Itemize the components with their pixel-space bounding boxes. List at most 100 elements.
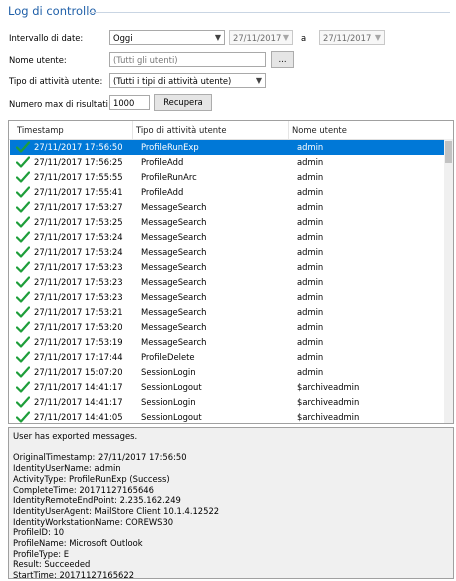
detail-line: User has exported messages.	[13, 431, 138, 441]
cell-timestamp: 27/11/2017 17:55:41	[34, 187, 123, 197]
scrollbar-thumb[interactable]	[445, 141, 452, 163]
cell-activity-type: MessageSearch	[141, 337, 207, 347]
check-icon	[16, 156, 30, 168]
detail-line: IdentityUserName: admin	[13, 463, 121, 474]
cell-activity-type: SessionLogout	[141, 382, 202, 392]
table-row[interactable]: 27/11/2017 17:53:21 MessageSearch admin	[10, 305, 444, 320]
detail-line: IdentityRemoteEndPoint: 2.235.162.249	[13, 495, 181, 506]
chevron-down-icon: ▼	[374, 33, 381, 42]
cell-activity-type: SessionLogin	[141, 367, 196, 377]
cell-timestamp: 27/11/2017 17:53:23	[34, 292, 123, 302]
check-icon	[16, 201, 30, 213]
cell-user-name: admin	[297, 337, 324, 347]
check-icon	[16, 171, 30, 183]
table-row[interactable]: 27/11/2017 15:07:20 SessionLogin admin	[10, 365, 444, 380]
table-row[interactable]: 27/11/2017 14:41:17 SessionLogout $archive…	[10, 380, 444, 395]
chevron-down-icon: ▼	[214, 33, 221, 42]
cell-user-name: admin	[297, 232, 324, 242]
cell-timestamp: 27/11/2017 17:55:55	[34, 172, 123, 182]
cell-user-name: admin	[297, 247, 324, 257]
check-icon	[16, 306, 30, 318]
event-details-panel: User has exported messages. OriginalTimes…	[8, 427, 454, 581]
cell-activity-type: MessageSearch	[141, 247, 207, 257]
table-row[interactable]: 27/11/2017 17:53:19 MessageSearch admin	[10, 335, 444, 350]
table-row[interactable]: 27/11/2017 17:55:41 ProfileAdd admin	[10, 185, 444, 200]
table-row[interactable]: 27/11/2017 17:53:25 MessageSearch admin	[10, 215, 444, 230]
activity-type-label: Tipo di attività utente:	[9, 76, 103, 86]
check-icon	[16, 396, 30, 408]
detail-line: ProfileID: 10	[13, 527, 65, 538]
check-icon	[16, 246, 30, 258]
cell-activity-type: ProfileAdd	[141, 157, 184, 167]
cell-timestamp: 27/11/2017 17:53:20	[34, 322, 123, 332]
cell-user-name: admin	[297, 187, 324, 197]
cell-activity-type: SessionLogin	[141, 397, 196, 407]
table-row[interactable]: 27/11/2017 17:53:20 MessageSearch admin	[10, 320, 444, 335]
check-icon	[16, 261, 30, 273]
cell-timestamp: 27/11/2017 14:41:05	[34, 412, 123, 422]
column-header-activity-type[interactable]: Tipo di attività utente	[136, 125, 226, 135]
check-icon	[16, 366, 30, 378]
check-icon	[16, 231, 30, 243]
cell-activity-type: ProfileDelete	[141, 352, 195, 362]
cell-timestamp: 27/11/2017 17:53:24	[34, 247, 123, 257]
check-icon	[16, 141, 30, 153]
detail-line: IdentityWorkstationName: COREWS30	[13, 516, 174, 527]
table-row[interactable]: 27/11/2017 17:53:23 MessageSearch admin	[10, 275, 444, 290]
date-range-label: Intervallo di date:	[9, 33, 84, 43]
detail-line: StartTime: 20171127165622	[13, 570, 135, 581]
date-range-value: Oggi	[113, 33, 133, 43]
cell-user-name: admin	[297, 157, 324, 167]
date-to-picker[interactable]: 27/11/2017 ▼	[319, 30, 385, 45]
title-divider	[88, 12, 450, 13]
activity-type-select[interactable]: (Tutti i tipi di attività utente) ▼	[109, 73, 266, 88]
column-header-user-name[interactable]: Nome utente	[292, 125, 347, 135]
check-icon	[16, 381, 30, 393]
fetch-button[interactable]: Recupera	[154, 94, 212, 111]
cell-user-name: admin	[297, 352, 324, 362]
browse-users-button[interactable]: ...	[271, 51, 294, 68]
table-row[interactable]: 27/11/2017 14:41:17 SessionLogin $archivea…	[10, 395, 444, 410]
date-from-picker[interactable]: 27/11/2017 ▼	[229, 30, 293, 45]
table-row[interactable]: 27/11/2017 17:53:27 MessageSearch admin	[10, 200, 444, 215]
column-header-timestamp[interactable]: Timestamp	[17, 125, 64, 135]
cell-activity-type: ProfileAdd	[141, 187, 184, 197]
cell-user-name: admin	[297, 277, 324, 287]
table-row[interactable]: 27/11/2017 17:56:50 ProfileRunExp admin	[10, 140, 444, 155]
cell-timestamp: 27/11/2017 14:41:17	[34, 397, 123, 407]
detail-line: CompleteTime: 20171127165646	[13, 484, 154, 495]
user-name-field[interactable]: (Tutti gli utenti)	[109, 52, 266, 67]
max-results-value: 1000	[113, 98, 135, 108]
date-separator: a	[301, 33, 307, 43]
table-row[interactable]: 27/11/2017 17:53:23 MessageSearch admin	[10, 260, 444, 275]
table-row[interactable]: 27/11/2017 14:41:05 SessionLogout $archive…	[10, 410, 444, 423]
cell-user-name: admin	[297, 292, 324, 302]
cell-timestamp: 27/11/2017 17:53:27	[34, 202, 123, 212]
cell-activity-type: MessageSearch	[141, 292, 207, 302]
cell-activity-type: ProfileRunExp	[141, 142, 199, 152]
max-results-field[interactable]: 1000	[109, 95, 150, 110]
table-row[interactable]: 27/11/2017 17:53:24 MessageSearch admin	[10, 245, 444, 260]
chevron-down-icon: ▼	[282, 33, 289, 42]
cell-activity-type: ProfileRunArc	[141, 172, 197, 182]
chevron-down-icon: ▼	[255, 76, 262, 85]
cell-timestamp: 27/11/2017 17:53:23	[34, 262, 123, 272]
cell-timestamp: 27/11/2017 14:41:17	[34, 382, 123, 392]
table-row[interactable]: 27/11/2017 17:55:55 ProfileRunArc admin	[10, 170, 444, 185]
cell-timestamp: 27/11/2017 17:53:21	[34, 307, 123, 317]
vertical-scrollbar[interactable]	[444, 139, 453, 423]
activity-type-value: (Tutti i tipi di attività utente)	[113, 76, 232, 86]
cell-user-name: admin	[297, 367, 324, 377]
column-divider[interactable]	[288, 121, 289, 139]
cell-timestamp: 27/11/2017 17:56:25	[34, 157, 123, 167]
table-row[interactable]: 27/11/2017 17:53:23 MessageSearch admin	[10, 290, 444, 305]
date-from-value: 27/11/2017	[233, 33, 282, 43]
cell-user-name: admin	[297, 142, 324, 152]
table-row[interactable]: 27/11/2017 17:17:44 ProfileDelete admin	[10, 350, 444, 365]
audit-log-table[interactable]: Timestamp Tipo di attività utente Nome u…	[8, 120, 454, 424]
column-divider[interactable]	[132, 121, 133, 139]
detail-line: ProfileName: Microsoft Outlook	[13, 538, 143, 548]
table-row[interactable]: 27/11/2017 17:53:24 MessageSearch admin	[10, 230, 444, 245]
table-row[interactable]: 27/11/2017 17:56:25 ProfileAdd admin	[10, 155, 444, 170]
date-range-select[interactable]: Oggi ▼	[109, 30, 225, 45]
